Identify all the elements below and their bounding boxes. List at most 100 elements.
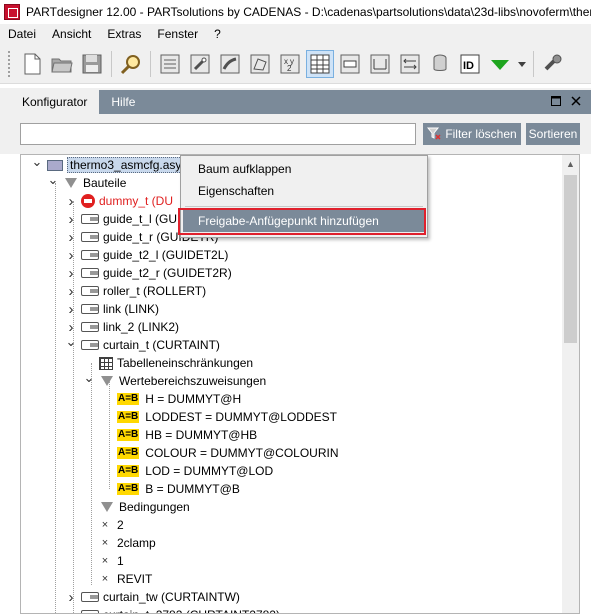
menu-help[interactable]: ?: [206, 24, 229, 44]
tree-row[interactable]: ⌄ Wertebereichszuweisungen: [83, 369, 267, 390]
expand-chevron-icon[interactable]: ›: [65, 588, 77, 606]
tree-row[interactable]: › link_2 (LINK2): [65, 318, 180, 336]
tree-row-label: COLOUR = DUMMYT@COLOURIN: [145, 446, 339, 460]
context-menu-separator: [185, 206, 423, 207]
variable-icon[interactable]: [336, 50, 364, 78]
filter-clear-button[interactable]: Filter löschen: [423, 123, 521, 145]
part-icon: [81, 232, 99, 242]
tree-row[interactable]: A=B H = DUMMYT@H: [101, 390, 241, 408]
tree-row[interactable]: A=B B = DUMMYT@B: [101, 480, 240, 498]
maximize-icon[interactable]: [551, 95, 561, 109]
expand-chevron-icon[interactable]: ›: [65, 210, 77, 228]
tree-row[interactable]: › guide_t_l (GU: [65, 210, 178, 228]
tab-konfigurator[interactable]: Konfigurator: [10, 90, 100, 114]
tree-row-label: 2clamp: [117, 536, 156, 550]
condition-x-icon: ×: [101, 519, 109, 531]
scroll-up-arrow-icon[interactable]: ▲: [562, 155, 579, 172]
context-menu-expand-tree[interactable]: Baum aufklappen: [181, 158, 427, 180]
tab-hilfe[interactable]: Hilfe: [99, 90, 147, 114]
assignment-icon: A=B: [117, 483, 140, 495]
connect-icon[interactable]: [539, 50, 567, 78]
condition-x-icon: ×: [101, 573, 109, 585]
sort-button[interactable]: Sortieren: [526, 123, 580, 145]
menu-ansicht[interactable]: Ansicht: [44, 24, 99, 44]
expand-chevron-icon[interactable]: ›: [65, 606, 77, 614]
tree-row-label: guide_t2_r (GUIDET2R): [103, 266, 232, 280]
table-icon: [99, 356, 113, 370]
tree-row[interactable]: › guide_t2_r (GUIDET2R): [65, 264, 232, 282]
tree-row[interactable]: › link (LINK): [65, 300, 160, 318]
menu-fenster[interactable]: Fenster: [149, 24, 206, 44]
menu-extras[interactable]: Extras: [99, 24, 149, 44]
tree-row[interactable]: A=B HB = DUMMYT@HB: [101, 426, 257, 444]
panel-header: Konfigurator Hilfe: [0, 88, 591, 114]
close-icon[interactable]: [571, 95, 581, 109]
tree-guide-line: [55, 183, 56, 613]
dimension-icon[interactable]: [396, 50, 424, 78]
part-icon: [81, 592, 99, 602]
folder-group-icon: [65, 178, 77, 188]
dropdown-icon[interactable]: [516, 50, 528, 78]
green-triangle-icon[interactable]: [486, 50, 514, 78]
tree-row[interactable]: × 2: [83, 516, 124, 534]
tree-row[interactable]: ⌄ Bauteile: [47, 171, 127, 192]
tree-row[interactable]: A=B COLOUR = DUMMYT@COLOURIN: [101, 444, 339, 462]
tree-row[interactable]: A=B LOD = DUMMYT@LOD: [101, 462, 273, 480]
expand-chevron-icon[interactable]: ›: [65, 192, 77, 210]
collapse-chevron-icon[interactable]: ⌄: [47, 171, 59, 189]
expand-chevron-icon[interactable]: ›: [65, 246, 77, 264]
table-icon[interactable]: [306, 49, 334, 78]
vertical-scrollbar[interactable]: ▲: [562, 155, 579, 613]
expand-chevron-icon[interactable]: ›: [65, 264, 77, 282]
context-menu-properties[interactable]: Eigenschaften: [181, 180, 427, 202]
search-input[interactable]: [20, 123, 416, 145]
brush-icon[interactable]: [216, 50, 244, 78]
part-icon: [81, 250, 99, 260]
collapse-chevron-icon[interactable]: ⌄: [83, 369, 95, 387]
open-folder-icon[interactable]: [48, 50, 76, 78]
tree-row-label: Tabelleneinschränkungen: [117, 356, 254, 370]
collapse-chevron-icon[interactable]: ⌄: [31, 155, 43, 171]
tree-row[interactable]: × REVIT: [83, 570, 153, 588]
tree-row-label: curtain_t (CURTAINT): [103, 338, 220, 352]
menu-datei[interactable]: Datei: [0, 24, 44, 44]
tree-row[interactable]: › dummy_t (DU: [65, 192, 174, 210]
save-icon[interactable]: [78, 50, 106, 78]
properties-icon[interactable]: [156, 50, 184, 78]
expand-chevron-icon[interactable]: ›: [65, 282, 77, 300]
toolbar-separator: [111, 50, 112, 77]
collapse-chevron-icon[interactable]: ⌄: [65, 333, 77, 351]
tree-row[interactable]: × 2clamp: [83, 534, 156, 552]
database-icon[interactable]: [426, 50, 454, 78]
search-icon[interactable]: [117, 50, 145, 78]
tools-icon[interactable]: [186, 50, 214, 78]
tree-row-label: link_2 (LINK2): [103, 320, 180, 334]
tree-row[interactable]: › curtain_tw (CURTAINTW): [65, 588, 240, 606]
xy2-icon[interactable]: xy2: [276, 50, 304, 78]
range-icon[interactable]: [366, 50, 394, 78]
expand-chevron-icon[interactable]: ›: [65, 300, 77, 318]
expand-chevron-icon[interactable]: ›: [65, 228, 77, 246]
tree-row[interactable]: Tabelleneinschränkungen: [83, 354, 253, 372]
tree-row[interactable]: › curtain_t_2782 (CURTAINT2782): [65, 606, 280, 614]
tree-row[interactable]: › roller_t (ROLLERT): [65, 282, 207, 300]
filter-clear-label: Filter löschen: [445, 127, 517, 141]
tree-row[interactable]: × 1: [83, 552, 124, 570]
toolbar-separator: [150, 50, 151, 77]
id-icon[interactable]: ID: [456, 50, 484, 78]
tree-row-label: guide_t_l (GU: [103, 212, 178, 226]
sketch-icon[interactable]: [246, 50, 274, 78]
scrollbar-thumb[interactable]: [564, 175, 577, 343]
tree-row[interactable]: ⌄ curtain_t (CURTAINT): [65, 333, 220, 354]
toolbar: xy2 ID: [0, 44, 591, 84]
tree-row[interactable]: › guide_t2_l (GUIDET2L): [65, 246, 229, 264]
tree-row[interactable]: Bedingungen: [83, 498, 190, 516]
assignment-icon: A=B: [117, 411, 140, 423]
toolbar-grip[interactable]: [8, 50, 12, 77]
tree-row[interactable]: A=B LODDEST = DUMMYT@LODDEST: [101, 408, 337, 426]
new-file-icon[interactable]: [18, 50, 46, 78]
